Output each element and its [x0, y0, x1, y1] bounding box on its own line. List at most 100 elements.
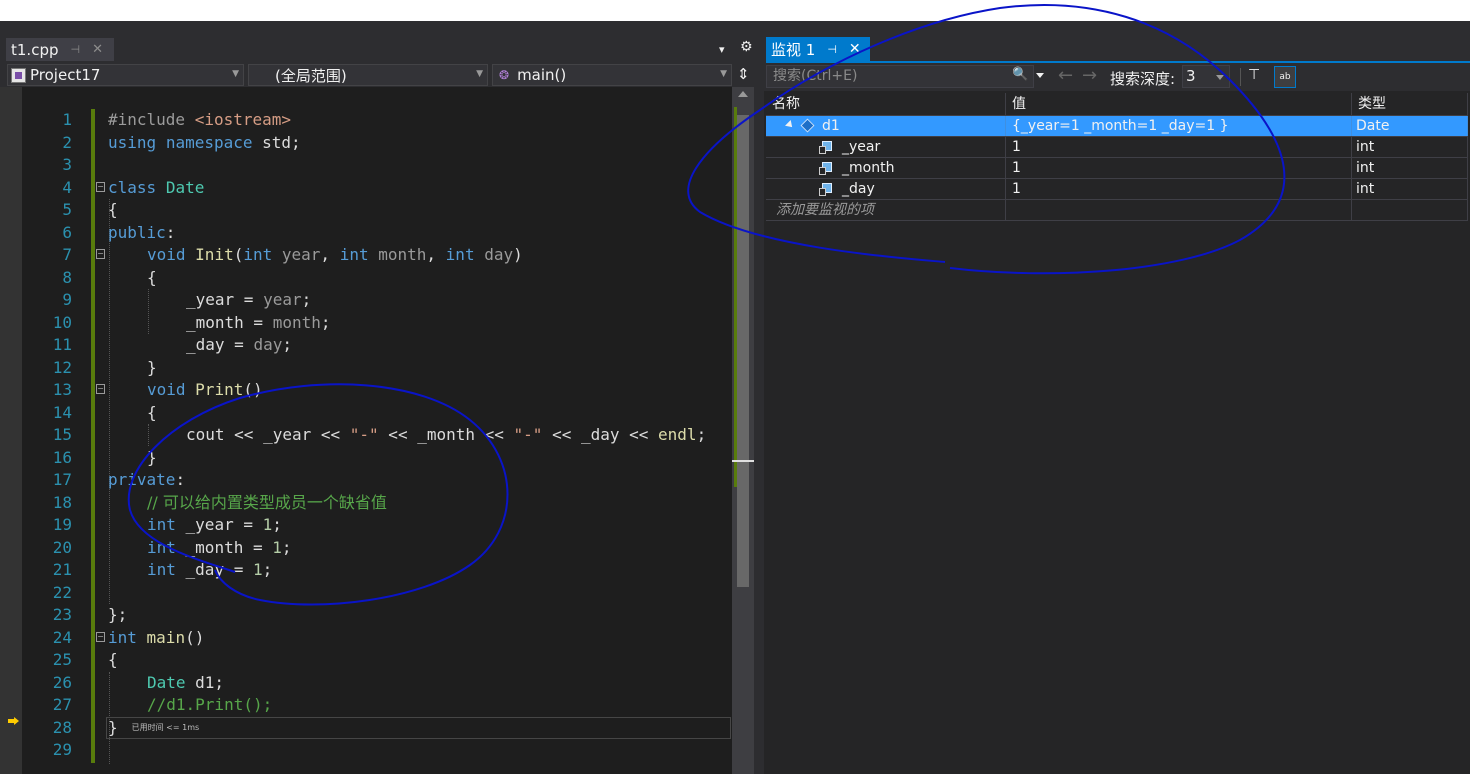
gear-icon[interactable]: ⚙	[740, 39, 753, 55]
column-header-name[interactable]: 名称	[766, 93, 1006, 115]
function-combo[interactable]: ❂ main() ▼	[492, 64, 732, 86]
scrollbar-thumb[interactable]	[737, 115, 749, 587]
code-text: } 已用时间 <= 1ms	[108, 717, 200, 737]
code-comment: // 可以给内置类型成员一个缺省值	[147, 492, 387, 512]
code-text: {	[147, 402, 157, 422]
watch-row-value[interactable]: 1	[1006, 179, 1352, 199]
code-text: int main()	[108, 627, 205, 647]
chevron-down-icon: ▼	[476, 69, 483, 79]
watch-row-name: _day	[842, 181, 875, 197]
watch-search-input[interactable]: 搜索(Ctrl+E)	[766, 65, 1034, 88]
editor-pane: t1.cpp ⊣ ✕ ▾ ⚙ Project17 ▼ (全局范围) ▼ ❂ ma…	[0, 21, 760, 774]
watch-tab-strip: 监视 1 ⊣ ✕	[764, 21, 1470, 63]
add-watch-row[interactable]: 添加要监视的项	[766, 200, 1468, 221]
watch-row[interactable]: _day 1 int	[766, 179, 1468, 200]
line-number: 15	[52, 425, 72, 444]
search-icon[interactable]: 🔍	[1012, 67, 1028, 82]
pin-icon[interactable]: ⊣	[827, 43, 837, 56]
line-number: 9	[62, 290, 72, 309]
watch-row-name-cell: _month	[766, 158, 1006, 178]
column-header-type[interactable]: 类型	[1352, 93, 1468, 115]
code-line: 18 // 可以给内置类型成员一个缺省值	[0, 492, 732, 515]
code-text: }	[147, 357, 157, 377]
code-line-current: 28} 已用时间 <= 1ms	[0, 716, 732, 740]
project-icon	[11, 67, 26, 83]
search-next-icon[interactable]: →	[1082, 65, 1097, 86]
code-line: 9 _year = year;	[0, 289, 732, 312]
watch-row[interactable]: _month 1 int	[766, 158, 1468, 179]
pin-icon[interactable]: ⊣	[70, 43, 80, 56]
watch-row[interactable]: d1 {_year=1 _month=1 _day=1 } Date	[766, 116, 1468, 137]
ide-window: t1.cpp ⊣ ✕ ▾ ⚙ Project17 ▼ (全局范围) ▼ ❂ ma…	[0, 21, 1470, 774]
scope-combo[interactable]: (全局范围) ▼	[248, 64, 488, 86]
collapse-icon[interactable]: −	[96, 249, 105, 259]
code-line: 24 − int main()	[0, 627, 732, 650]
collapse-icon[interactable]: −	[96, 384, 105, 394]
hex-display-toggle-icon[interactable]: ab	[1274, 66, 1296, 88]
collapse-icon[interactable]: −	[96, 631, 105, 642]
code-text: _month = month;	[186, 312, 331, 332]
split-window-icon[interactable]: ⇕	[737, 65, 750, 83]
navigation-bar: Project17 ▼ (全局范围) ▼ ❂ main() ▼ ⇕	[0, 63, 760, 87]
code-text: using namespace std;	[108, 132, 301, 152]
add-watch-placeholder[interactable]: 添加要监视的项	[766, 200, 1006, 220]
function-icon: ❂	[499, 68, 510, 82]
search-depth-select[interactable]: 3	[1182, 65, 1230, 88]
line-number: 12	[52, 357, 72, 377]
code-line: 12}	[0, 357, 732, 380]
line-number: 8	[62, 267, 72, 287]
search-depth-value: 3	[1186, 67, 1196, 85]
line-number: 17	[52, 470, 72, 489]
project-combo[interactable]: Project17 ▼	[7, 64, 244, 86]
watch-1-tab[interactable]: 监视 1 ⊣ ✕	[766, 37, 870, 61]
filter-icon[interactable]: ⊤	[1248, 67, 1260, 83]
code-line: 29	[0, 739, 732, 762]
line-number: 29	[52, 740, 72, 759]
watch-row-name: _year	[842, 139, 881, 155]
tab-list-dropdown-icon[interactable]: ▾	[719, 43, 725, 56]
editor-tab-strip: t1.cpp ⊣ ✕ ▾ ⚙	[0, 21, 760, 63]
search-previous-icon[interactable]: ←	[1058, 65, 1073, 86]
close-icon[interactable]: ✕	[92, 42, 103, 57]
editor-vertical-scrollbar[interactable]	[732, 87, 754, 774]
code-line: 8{	[0, 267, 732, 290]
code-text: {	[108, 200, 118, 219]
collapse-arrow-icon[interactable]	[785, 120, 795, 130]
collapse-icon[interactable]: −	[96, 181, 105, 192]
line-number: 27	[52, 695, 72, 714]
code-line: 3	[0, 154, 732, 177]
line-number: 1	[62, 110, 72, 129]
watch-row-name-cell: _day	[766, 179, 1006, 199]
column-header-value[interactable]: 值	[1006, 93, 1352, 115]
code-line: 15 cout << _year << "-" << _month << "-" …	[0, 424, 732, 447]
scope-combo-label: (全局范围)	[275, 66, 347, 85]
scroll-up-icon[interactable]	[738, 91, 748, 97]
watch-grid-header: 名称 值 类型	[766, 93, 1468, 116]
watch-row[interactable]: _year 1 int	[766, 137, 1468, 158]
code-comment: //d1.Print();	[147, 695, 273, 714]
code-text: void Print()	[147, 380, 263, 399]
document-tab-t1cpp[interactable]: t1.cpp ⊣ ✕	[6, 38, 114, 61]
code-text: _day = day;	[186, 335, 292, 354]
line-number: 18	[52, 492, 72, 512]
watch-row-value[interactable]: {_year=1 _month=1 _day=1 }	[1006, 116, 1352, 136]
scrollbar-change-marks	[734, 107, 737, 487]
field-icon	[819, 183, 832, 196]
watch-row-value[interactable]: 1	[1006, 158, 1352, 178]
elapsed-time-perftip[interactable]: 已用时间 <= 1ms	[132, 723, 200, 732]
code-line: 1 #include <iostream>	[0, 109, 732, 132]
code-text: void Init(int year, int month, int day)	[147, 245, 523, 264]
search-options-dropdown-icon[interactable]	[1036, 73, 1044, 78]
line-number: 13	[52, 380, 72, 399]
code-line: 20 int _month = 1;	[0, 537, 732, 560]
code-line: 2 using namespace std;	[0, 132, 732, 155]
code-editor[interactable]: 1 #include <iostream> 2 using namespace st…	[0, 87, 732, 774]
close-icon[interactable]: ✕	[849, 41, 861, 57]
code-text: int _month = 1;	[147, 537, 292, 557]
watch-row-type: int	[1352, 179, 1468, 199]
line-number: 20	[52, 537, 72, 557]
line-number: 3	[62, 155, 72, 174]
watch-row-value[interactable]: 1	[1006, 137, 1352, 157]
field-icon	[819, 141, 832, 154]
watch-toolbar: 搜索(Ctrl+E) 🔍 ← → 搜索深度: 3 ⊤ ab	[764, 63, 1470, 91]
